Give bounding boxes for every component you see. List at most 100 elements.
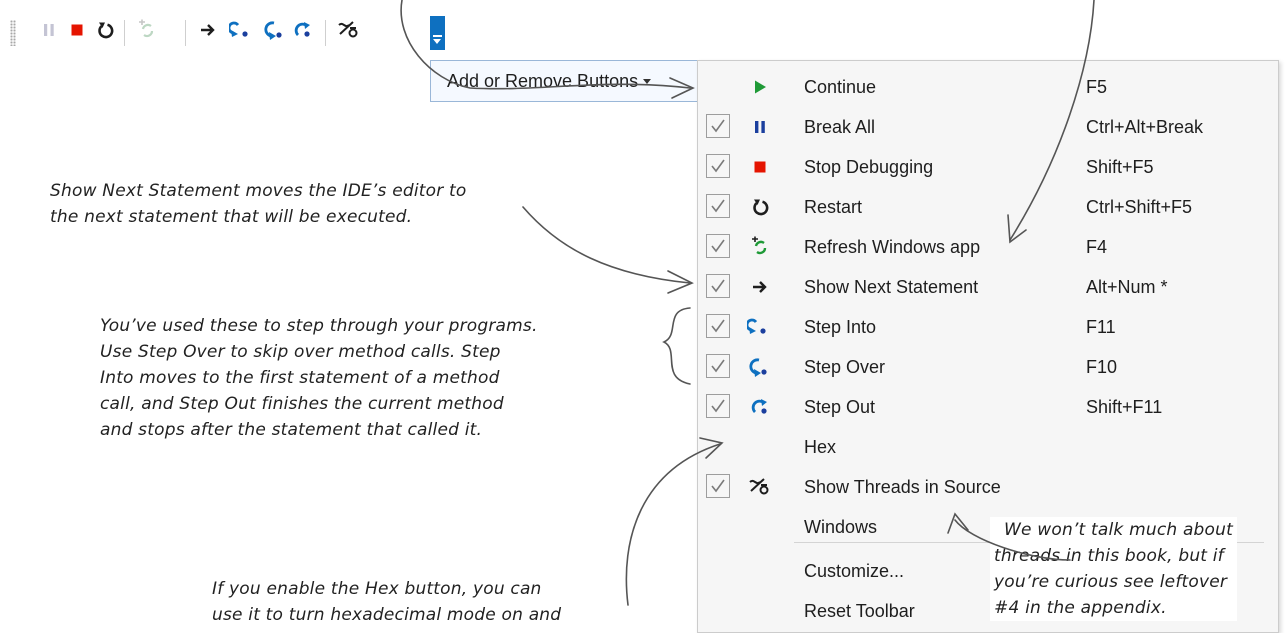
- stop-debugging-button[interactable]: [63, 18, 91, 46]
- arrow-to-show-next: [522, 206, 691, 284]
- menu-item-label: Stop Debugging: [804, 157, 934, 177]
- checkbox[interactable]: [706, 194, 730, 218]
- menu-item-shortcut: Shift+F5: [1086, 157, 1154, 177]
- menu-item-hex[interactable]: Hex: [698, 427, 1278, 467]
- stop-icon: [746, 153, 774, 181]
- menu-item-label: Hex: [804, 437, 837, 457]
- annotation-line: #4 in the appendix.: [994, 598, 1167, 618]
- annotation-line: you’re curious see leftover: [994, 572, 1228, 592]
- add-remove-label: Add or Remove Buttons: [447, 70, 639, 91]
- checkbox[interactable]: [706, 394, 730, 418]
- menu-item-step-into[interactable]: Step Into F11: [698, 307, 1278, 347]
- menu-item-restart[interactable]: Restart Ctrl+Shift+F5: [698, 187, 1278, 227]
- annotation-line: We won’t talk much about: [1004, 520, 1233, 540]
- step-out-icon: [292, 19, 314, 46]
- checkbox[interactable]: [706, 234, 730, 258]
- menu-item-shortcut: Ctrl+Shift+F5: [1086, 197, 1193, 217]
- brace: [676, 384, 690, 412]
- menu-item-break-all[interactable]: Break All Ctrl+Alt+Break: [698, 107, 1278, 147]
- menu-item-shortcut: Ctrl+Alt+Break: [1086, 117, 1204, 137]
- menu-item-stop-debugging[interactable]: Stop Debugging Shift+F5: [698, 147, 1278, 187]
- step-into-icon: [227, 19, 255, 46]
- add-remove-buttons-menu[interactable]: Add or Remove Buttons: [430, 60, 698, 102]
- menu-item-label: Step Out: [804, 397, 876, 417]
- pause-icon: [42, 23, 56, 42]
- brace: [662, 307, 691, 385]
- overflow-bar-icon: [433, 35, 442, 37]
- annotation-line: If you enable the Hex button, you can: [212, 579, 542, 599]
- step-over-icon: [746, 353, 774, 381]
- annotation-threads: We won’t talk much about threads in this…: [990, 517, 1237, 621]
- menu-item-label: Step Into: [804, 317, 877, 337]
- annotation-line: threads in this book, but if: [994, 546, 1224, 566]
- annotation-line: Show Next Statement moves the IDE’s edit…: [50, 181, 467, 201]
- annotation-line: the next statement that will be executed…: [50, 207, 413, 227]
- annotation-line: call, and Step Out finishes the current …: [100, 394, 504, 414]
- menu-item-shortcut: Shift+F11: [1086, 397, 1163, 417]
- menu-item-show-threads-in-source[interactable]: Show Threads in Source: [698, 467, 1278, 507]
- caret-right-icon: [643, 78, 652, 84]
- restart-button[interactable]: [91, 18, 119, 46]
- checkbox[interactable]: [706, 274, 730, 298]
- menu-item-label: Customize...: [804, 561, 905, 581]
- threads-icon: [337, 19, 361, 46]
- menu-item-step-out[interactable]: Step Out Shift+F11: [698, 387, 1278, 427]
- step-into-icon: [746, 313, 774, 341]
- menu-item-shortcut: F11: [1086, 317, 1116, 337]
- arrow-right-icon: [746, 273, 774, 301]
- chevron-down-icon: [433, 39, 441, 44]
- pause-icon: [746, 113, 774, 141]
- menu-item-label: Show Next Statement: [804, 277, 979, 297]
- annotation-line: use it to turn hexadecimal mode on and: [212, 605, 562, 625]
- annotation-next-statement: Show Next Statement moves the IDE’s edit…: [50, 178, 467, 230]
- toolbar-grip[interactable]: [10, 20, 16, 46]
- restart-icon: [746, 193, 774, 221]
- restart-icon: [95, 20, 115, 45]
- menu-item-label: Refresh Windows app: [804, 237, 981, 257]
- step-into-button[interactable]: [227, 18, 256, 46]
- menu-item-shortcut: Alt+Num *: [1086, 277, 1168, 297]
- menu-item-shortcut: F4: [1086, 237, 1108, 257]
- menu-item-label: Break All: [804, 117, 876, 137]
- refresh-windows-app-button[interactable]: [133, 18, 161, 46]
- annotation-line: Use Step Over to skip over method calls.…: [100, 342, 501, 362]
- show-next-statement-button[interactable]: [194, 18, 222, 46]
- checkbox[interactable]: [706, 114, 730, 138]
- checkbox[interactable]: [706, 354, 730, 378]
- debug-toolbar: [0, 14, 470, 54]
- menu-item-shortcut: F10: [1086, 357, 1118, 377]
- menu-item-label: Show Threads in Source: [804, 477, 1001, 497]
- show-threads-button[interactable]: [335, 18, 363, 46]
- play-icon: [746, 73, 774, 101]
- step-out-icon: [746, 393, 774, 421]
- checkbox[interactable]: [706, 154, 730, 178]
- menu-item-label: Continue: [804, 77, 877, 97]
- toolbar-separator: [325, 20, 326, 46]
- annotation-stepping: You’ve used these to step through your p…: [100, 313, 538, 443]
- annotation-line: You’ve used these to step through your p…: [100, 316, 538, 336]
- checkbox[interactable]: [706, 474, 730, 498]
- step-out-button[interactable]: [289, 18, 317, 46]
- refresh-app-icon: [746, 233, 774, 261]
- step-over-button[interactable]: [261, 18, 289, 46]
- menu-item-label: Reset Toolbar: [804, 601, 915, 621]
- toolbar-separator: [124, 20, 125, 46]
- toolbar-overflow-button[interactable]: [430, 16, 445, 50]
- annotation-hex: If you enable the Hex button, you can us…: [212, 576, 561, 628]
- annotation-line: Into moves to the first statement of a m…: [100, 368, 500, 388]
- menu-item-continue[interactable]: Continue F5: [698, 67, 1278, 107]
- toolbar-separator: [185, 20, 186, 46]
- menu-item-step-over[interactable]: Step Over F10: [698, 347, 1278, 387]
- refresh-app-icon: [136, 19, 158, 46]
- menu-item-show-next-statement[interactable]: Show Next Statement Alt+Num *: [698, 267, 1278, 307]
- checkbox[interactable]: [706, 314, 730, 338]
- annotation-line: and stops after the statement that calle…: [100, 420, 483, 440]
- stop-icon: [70, 23, 84, 42]
- menu-item-shortcut: F5: [1086, 77, 1108, 97]
- menu-item-refresh-windows-app[interactable]: Refresh Windows app F4: [698, 227, 1278, 267]
- menu-item-label: Step Over: [804, 357, 886, 377]
- threads-icon: [746, 473, 774, 501]
- arrow-head: [667, 270, 694, 294]
- step-over-icon: [264, 19, 286, 46]
- break-all-button[interactable]: [35, 18, 63, 46]
